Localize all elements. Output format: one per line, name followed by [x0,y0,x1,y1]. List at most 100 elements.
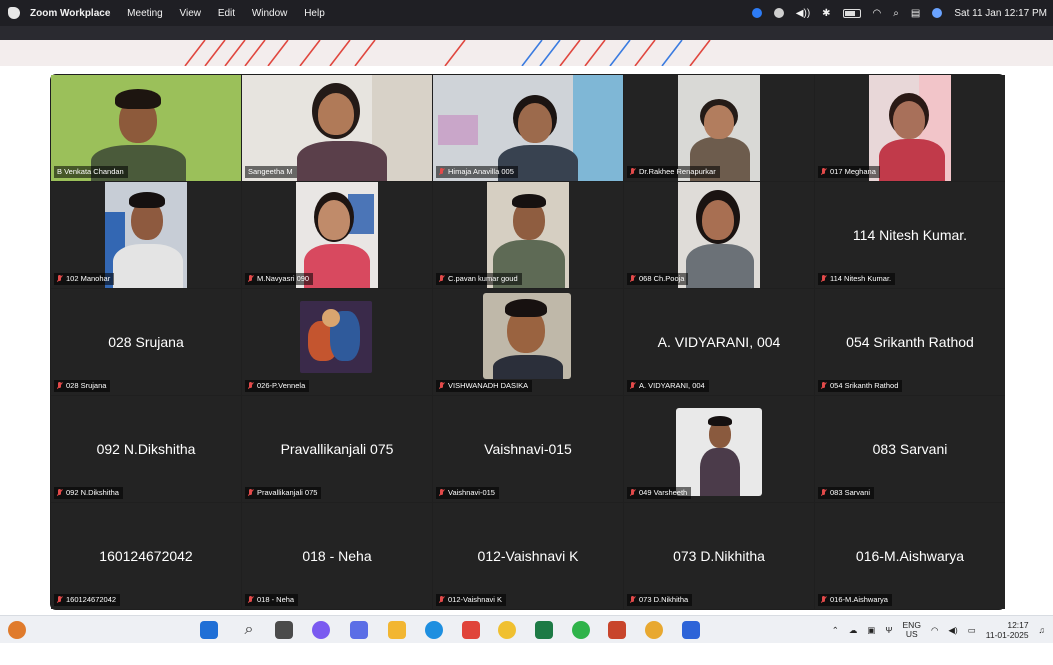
participant-name: 049 Varsheeth [639,488,688,497]
weather-widget-icon[interactable] [8,621,26,639]
teams-icon[interactable] [350,621,368,639]
muted-mic-icon [439,168,445,176]
task-view-icon[interactable] [275,621,293,639]
menu-edit[interactable]: Edit [218,8,235,19]
participant-name-label: 114 Nitesh Kumar. [818,273,896,285]
wifi-tray-icon[interactable]: ◠ [931,625,938,636]
muted-mic-icon [630,596,636,604]
menu-datetime[interactable]: Sat 11 Jan 12:17 PM [954,8,1047,19]
participant-tile[interactable]: 073 D.Nikhitha 073 D.Nikhitha [624,503,814,609]
participant-tile[interactable]: C.pavan kumar goud [433,182,623,288]
muted-mic-icon [630,168,636,176]
participant-name-label: VISHWANADH DASIKA [436,380,533,392]
volume-tray-icon[interactable]: ◀) [948,625,957,636]
participant-tile[interactable]: 026-P.Vennela [242,289,432,395]
screen-bottom-margin [0,643,1053,665]
participant-video [869,75,951,181]
participant-name-label: 018 - Neha [245,594,299,606]
muted-mic-icon [630,382,636,390]
participant-tile[interactable]: 083 Sarvani 083 Sarvani [815,396,1005,502]
participant-name: 068 Ch.Pooja [639,274,685,283]
participant-name-label: Sangeetha M [245,166,297,178]
participant-name-label: 016-M.Aishwarya [818,594,892,606]
battery-tray-icon[interactable]: ▭ [968,625,976,636]
participant-name: Dr.Rakhee Renapurkar [639,167,716,176]
muted-mic-icon [57,382,63,390]
participant-name: 016-M.Aishwarya [830,595,888,604]
taskbar-clock[interactable]: 12:17 11-01-2025 [986,620,1029,640]
zoom-status-icon[interactable] [751,8,762,18]
participant-name-label: B Venkata Chandan [54,166,128,178]
participant-tile[interactable]: 092 N.Dikshitha 092 N.Dikshitha [51,396,241,502]
windows-start-icon[interactable] [200,621,218,639]
participant-name: Pravallikanjali 075 [257,488,318,497]
participant-tile[interactable]: 028 Srujana 028 Srujana [51,289,241,395]
menu-view[interactable]: View [180,8,202,19]
menu-help[interactable]: Help [304,8,325,19]
zoom-title-strip [0,26,1053,40]
control-center-icon[interactable]: ▤ [911,8,920,19]
spotlight-search-icon[interactable]: ⌕ [893,8,899,19]
participant-name: 083 Sarvani [830,488,871,497]
participant-tile[interactable]: 012-Vaishnavi K 012-Vaishnavi K [433,503,623,609]
participant-tile[interactable]: 102 Manohar [51,182,241,288]
zoom-app-icon[interactable] [682,621,700,639]
participant-tile[interactable]: Dr.Rakhee Renapurkar [624,75,814,181]
participant-tile[interactable]: 068 Ch.Pooja [624,182,814,288]
muted-mic-icon [248,596,254,604]
participant-tile[interactable]: Himaja Anavilla 005 [433,75,623,181]
excel-icon[interactable] [535,621,553,639]
whatsapp-icon[interactable] [572,621,590,639]
usb-icon[interactable]: Ψ [885,625,892,635]
participant-tile[interactable]: 160124672042 160124672042 [51,503,241,609]
pdf-reader-icon[interactable] [462,621,480,639]
participant-tile[interactable]: A. VIDYARANI, 004 A. VIDYARANI, 004 [624,289,814,395]
participant-tile-active[interactable]: Sangeetha M [242,75,432,181]
participant-tile[interactable]: Vaishnavi-015 Vaishnavi-015 [433,396,623,502]
participant-tile[interactable]: M.Navyasri 090 [242,182,432,288]
taskbar-date: 11-01-2025 [985,630,1029,640]
menu-meeting[interactable]: Meeting [127,8,163,19]
show-hidden-icons-chevron-icon[interactable]: ⌃ [832,625,839,636]
participant-tile[interactable]: 049 Varsheeth [624,396,814,502]
chrome-profile-icon[interactable] [645,621,663,639]
muted-mic-icon [439,489,445,497]
bluetooth-icon[interactable]: ✱ [822,8,830,19]
participant-tile[interactable]: 018 - Neha 018 - Neha [242,503,432,609]
siri-icon[interactable] [932,8,943,18]
notification-bell-icon[interactable]: ♫ [1039,625,1045,635]
participant-tile[interactable]: 017 Meghana [815,75,1005,181]
participant-name: 018 - Neha [257,595,295,604]
battery-icon[interactable] [842,8,861,18]
screen-share-icon[interactable] [773,8,784,18]
menu-app-name[interactable]: Zoom Workplace [30,8,110,19]
chrome-browser-icon[interactable] [498,621,516,639]
edge-browser-icon[interactable] [425,621,443,639]
menu-window[interactable]: Window [252,8,288,19]
participant-tile[interactable]: VISHWANADH DASIKA [433,289,623,395]
participant-tile[interactable]: 114 Nitesh Kumar. 114 Nitesh Kumar. [815,182,1005,288]
wallpaper-decoration [0,40,1053,66]
security-icon[interactable]: ▣ [867,625,875,636]
language-indicator[interactable]: ENG US [903,621,921,639]
volume-icon[interactable]: ◀)) [796,8,810,19]
participant-name-label: M.Navyasri 090 [245,273,314,285]
powerpoint-icon[interactable] [608,621,626,639]
onedrive-icon[interactable]: ☁ [849,625,858,636]
apple-logo-icon[interactable] [8,7,20,19]
participant-name: B Venkata Chandan [57,167,124,176]
participant-name: 073 D.Nikhitha [639,595,689,604]
participant-name-label: 073 D.Nikhitha [627,594,693,606]
file-explorer-icon[interactable] [388,621,406,639]
participant-tile[interactable]: Pravallikanjali 075 Pravallikanjali 075 [242,396,432,502]
participant-tile[interactable]: B Venkata Chandan [51,75,241,181]
wifi-icon[interactable]: ◠ [873,8,882,19]
copilot-icon[interactable] [312,621,330,639]
participant-name-label: 026-P.Vennela [245,380,310,392]
participant-name: A. VIDYARANI, 004 [639,381,705,390]
participant-name: 160124672042 [66,595,117,604]
participant-name-label: Vaishnavi-015 [436,487,499,499]
participant-tile[interactable]: 054 Srikanth Rathod 054 Srikanth Rathod [815,289,1005,395]
search-icon[interactable]: ⌕ [240,621,258,639]
participant-tile[interactable]: 016-M.Aishwarya 016-M.Aishwarya [815,503,1005,609]
